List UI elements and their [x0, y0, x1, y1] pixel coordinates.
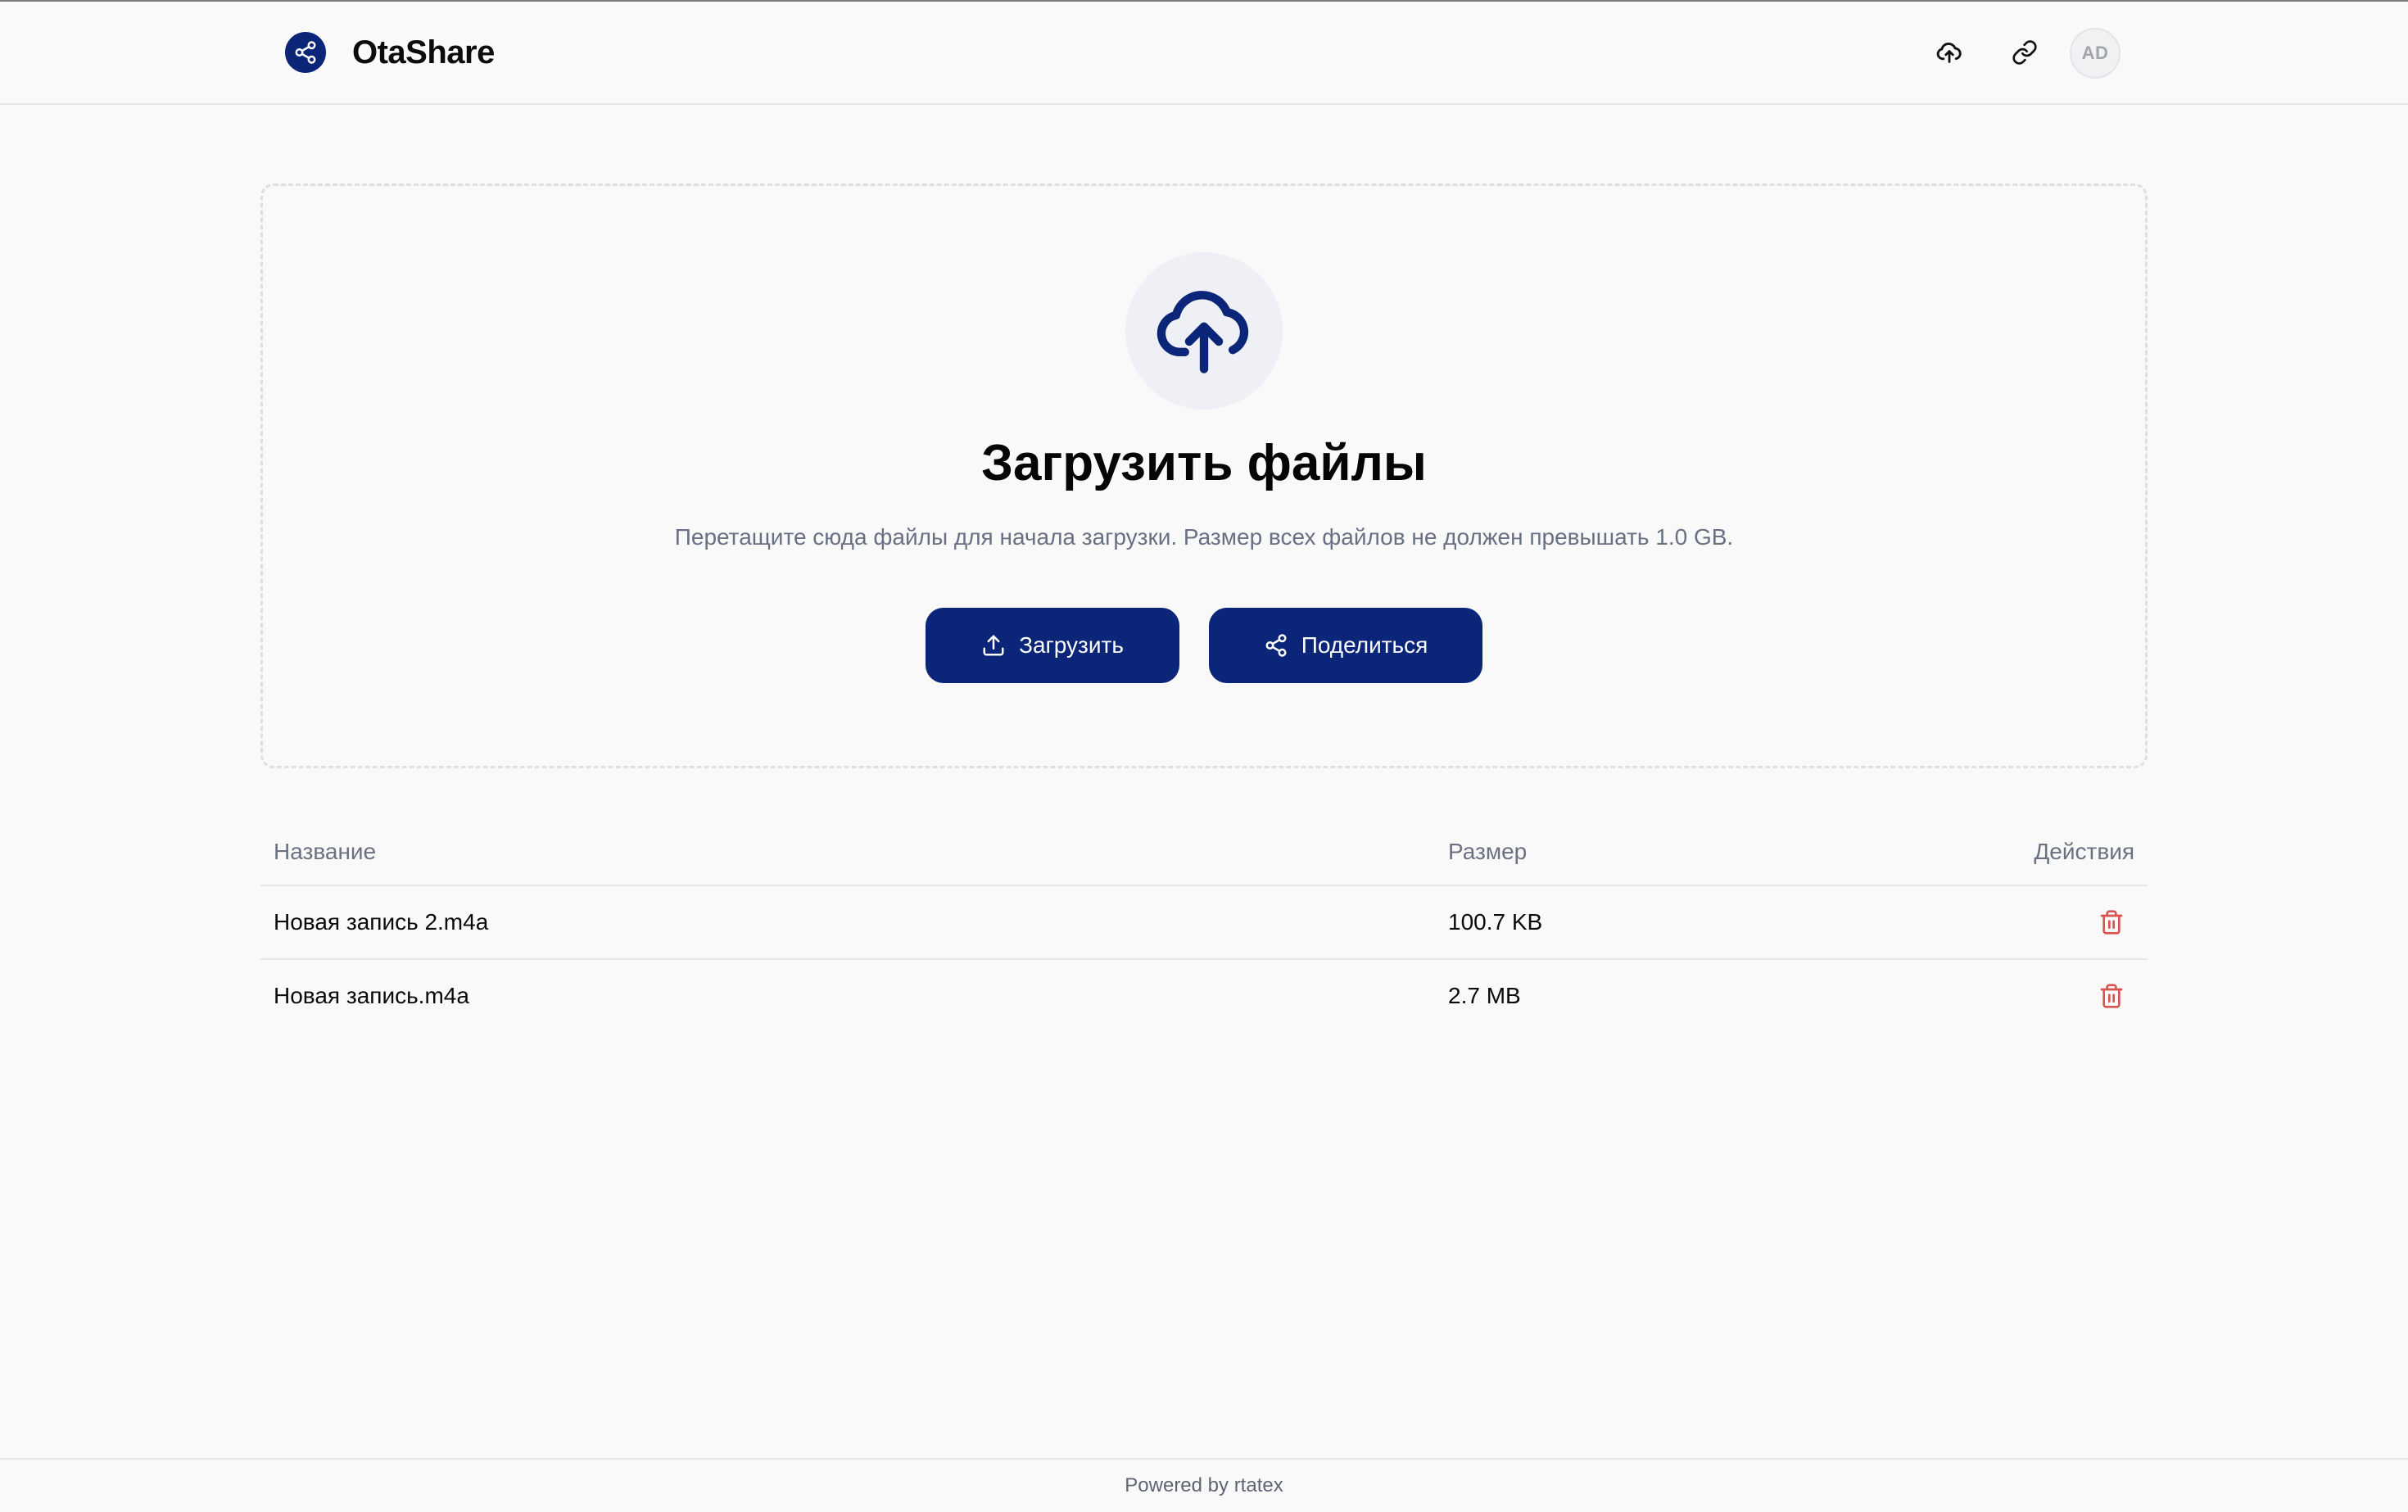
upload-illustration: [1125, 252, 1283, 410]
delete-button[interactable]: [2095, 906, 2128, 939]
upload-button-label: Загрузить: [1019, 632, 1124, 658]
share-icon: [295, 41, 316, 64]
app-title[interactable]: OtaShare: [352, 29, 495, 75]
file-name[interactable]: Новая запись 2.m4a: [274, 906, 488, 939]
file-size: 2.7 MB: [1448, 983, 1521, 1008]
upload-icon: [983, 635, 1004, 656]
share-button[interactable]: Поделиться: [1209, 608, 1482, 683]
table-divider: [260, 958, 2148, 960]
column-header-name[interactable]: Название: [274, 835, 376, 868]
share-icon: [1265, 634, 1287, 657]
column-header-size[interactable]: Размер: [1448, 835, 1527, 868]
upload-nav-button[interactable]: [1926, 29, 1972, 75]
user-avatar[interactable]: AD: [2070, 28, 2121, 79]
dropzone-title: Загрузить файлы: [981, 435, 1427, 491]
upload-button[interactable]: Загрузить: [926, 608, 1179, 683]
share-button-label: Поделиться: [1301, 632, 1428, 658]
cloud-upload-icon: [1156, 291, 1249, 373]
app-header: OtaShare AD: [0, 2, 2408, 105]
links-nav-button[interactable]: [2002, 29, 2048, 75]
link-icon: [2012, 40, 2037, 65]
app-logo[interactable]: [285, 32, 326, 73]
delete-button[interactable]: [2095, 980, 2128, 1012]
file-size: 100.7 KB: [1448, 909, 1543, 935]
column-header-actions: Действия: [2034, 839, 2134, 864]
dropzone-description: Перетащите сюда файлы для начала загрузк…: [674, 524, 1734, 550]
cloud-upload-icon: [1936, 43, 1962, 63]
footer-credit: Powered by rtatex: [1125, 1474, 1283, 1496]
trash-icon: [2100, 910, 2123, 935]
page-footer: Powered by rtatex: [0, 1458, 2408, 1512]
table-divider: [260, 885, 2148, 886]
file-name[interactable]: Новая запись.m4a: [274, 980, 469, 1012]
trash-icon: [2100, 984, 2123, 1008]
